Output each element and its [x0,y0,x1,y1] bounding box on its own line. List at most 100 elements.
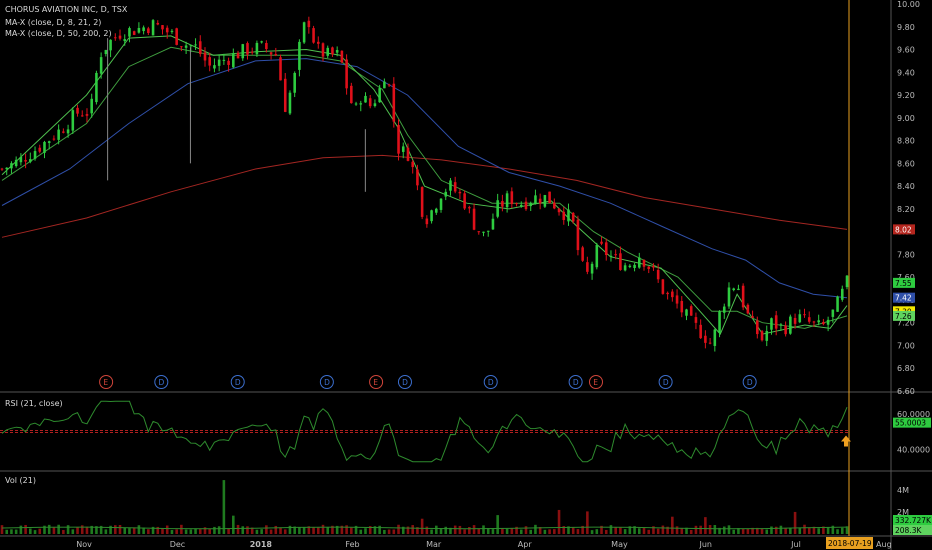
time-axis-label: Jul [790,540,801,549]
volume-bar [590,530,594,534]
price-tick-label: 7.80 [897,250,915,259]
rsi-tick-label: 40.0000 [897,445,930,454]
candle-body [425,218,429,225]
event-label: D [747,378,753,387]
price-tick-label: 8.20 [897,205,915,214]
candle-body [132,31,136,35]
candle-body [798,314,802,323]
candle-body [142,27,145,32]
candle-body [633,264,636,269]
candle-body [71,110,75,131]
ma-fast-legend[interactable]: MA-X (close, D, 8, 21, 2) [5,18,101,27]
candle-body [184,45,188,48]
candle-body [76,107,79,114]
candle-body [543,195,547,207]
ma8-line [1,35,848,336]
volume-bar [604,529,608,534]
volume-bar [732,529,735,534]
candle-body [10,163,13,169]
candle-body [316,41,320,44]
volume-bar [671,516,674,534]
event-label: D [573,378,579,387]
rsi-label[interactable]: RSI (21, close) [5,399,63,408]
volume-bar [420,518,424,534]
volume-bar [614,526,617,534]
candle-body [283,78,287,112]
candle-body [250,51,254,53]
candle-body [831,309,835,317]
volume-bar [784,528,787,534]
chart: 10.00 9.80 9.60 9.40 9.20 9.00 8.80 8.60 8.40 8.2… [0,0,932,550]
volume-bar [463,529,466,534]
candle-body [213,65,216,69]
candle-body [784,325,787,335]
volume-bar [505,528,509,534]
candle-body [505,193,509,208]
volume-bar [71,529,75,534]
volume-label[interactable]: Vol (21) [5,476,36,485]
volume-bar [312,527,315,534]
candle-body [24,160,27,162]
volume-bar [836,529,839,534]
volume-bar [647,529,651,534]
candle-body [519,204,523,207]
candle-body [29,159,32,162]
volume-bar [397,524,400,534]
volume-bar [623,529,627,534]
volume-bar [128,528,131,534]
candle-body [62,131,65,133]
candle-body [685,309,688,316]
candle-body [378,88,381,103]
rsi-line [1,400,848,463]
ma-slow-legend[interactable]: MA-X (close, D, 50, 200, 2) [5,29,112,38]
volume-bar [52,527,56,534]
candle-body [774,315,778,329]
volume-bar [519,529,523,534]
volume-bar [571,527,575,534]
candle-body [345,59,348,89]
volume-bar [491,529,495,534]
candle-body [359,103,363,105]
candle-body [57,129,60,140]
candle-body [840,288,844,300]
volume-bar [741,528,745,534]
volume-bar [85,526,89,534]
volume-bar [798,528,802,534]
volume-bar [510,528,514,534]
volume-bar [458,525,462,534]
volume-bar [435,525,438,534]
price-tick-label: 9.60 [897,46,915,55]
candle-body [751,316,754,318]
candle-body [807,317,811,322]
candle-body [241,44,245,59]
volume-bar [840,527,844,534]
volume-bar [817,528,820,534]
volume-bar [392,529,396,534]
candle-body [553,202,556,209]
candle-body [699,324,702,339]
ma50-line [1,58,848,299]
candle-body [156,22,160,25]
volume-bar [246,526,249,534]
volume-bar [33,530,37,534]
candle-body [255,42,259,55]
candle-body [765,331,769,341]
volume-bar [826,527,830,534]
candle-body [236,52,240,59]
candle-body [524,201,528,210]
volume-bar [118,525,122,534]
candle-body [274,54,278,56]
candle-body [416,169,419,186]
candle-body [538,198,542,204]
volume-bar [803,524,806,534]
candle-body [47,141,51,143]
candle-body [713,329,717,346]
candle-body [803,314,806,316]
candle-body [232,53,235,68]
candle-body [529,203,533,207]
time-axis-label: Nov [76,540,92,549]
candle-body [642,259,646,267]
volume-bar [180,524,183,534]
volume-bar [689,529,693,534]
volume-bar [241,526,245,534]
